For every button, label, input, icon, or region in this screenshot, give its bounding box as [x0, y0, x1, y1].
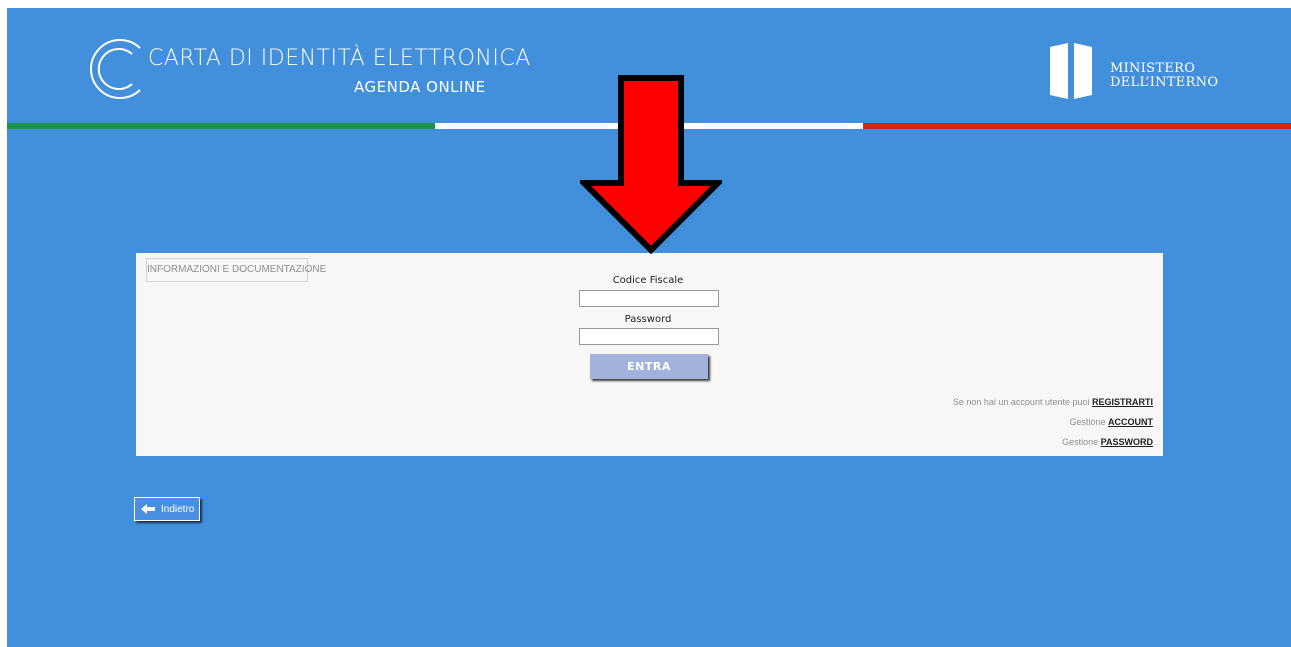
register-link[interactable]: REGISTRARTI [1092, 397, 1153, 407]
account-link[interactable]: ACCOUNT [1108, 417, 1153, 427]
login-panel: INFORMAZIONI E DOCUMENTAZIONE Codice Fis… [136, 253, 1163, 456]
flag-stripe-red [863, 123, 1291, 129]
page-background: CARTA DI IDENTITÀ ELETTRONICA AGENDA ONL… [7, 8, 1291, 647]
password-row: Gestione PASSWORD [1062, 437, 1153, 447]
red-arrow-down-icon [580, 75, 722, 254]
account-row: Gestione ACCOUNT [1069, 417, 1153, 427]
codice-fiscale-input[interactable] [579, 290, 719, 307]
cie-logo-icon [90, 39, 141, 99]
ministry-name-line2: DELL’INTERNO [1110, 75, 1219, 90]
password-label: Password [624, 314, 672, 325]
ministry-logo-icon [1050, 43, 1092, 99]
register-row: Se non hai un account utente puoi REGIST… [953, 397, 1153, 407]
back-label: Indietro [161, 503, 195, 515]
password-link[interactable]: PASSWORD [1101, 437, 1153, 447]
entra-button[interactable]: ENTRA [590, 354, 708, 379]
codice-fiscale-label: Codice Fiscale [612, 275, 684, 286]
back-button[interactable]: Indietro [134, 497, 200, 521]
info-documentation-button[interactable]: INFORMAZIONI E DOCUMENTAZIONE [146, 258, 326, 282]
flag-stripe-green [7, 123, 435, 129]
password-prefix: Gestione [1062, 437, 1101, 447]
app-title: CARTA DI IDENTITÀ ELETTRONICA [148, 46, 531, 71]
account-prefix: Gestione [1069, 417, 1108, 427]
back-arrow-icon [141, 504, 155, 514]
ministry-name: MINISTERO DELL’INTERNO [1110, 62, 1218, 90]
app-subtitle: AGENDA ONLINE [354, 78, 486, 96]
password-input[interactable] [579, 328, 719, 345]
register-prefix: Se non hai un account utente puoi [952, 397, 1092, 407]
ministry-name-line1: MINISTERO [1110, 61, 1196, 76]
